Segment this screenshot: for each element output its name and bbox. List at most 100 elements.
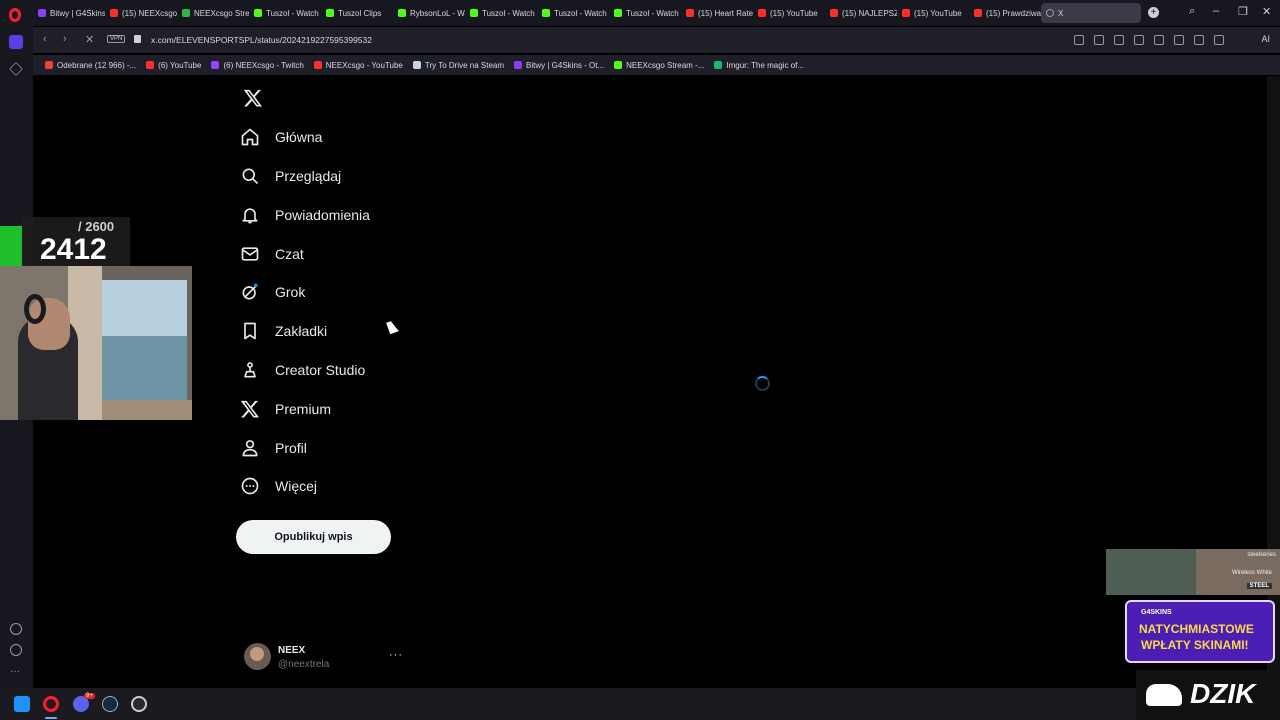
obs-icon[interactable]	[131, 696, 147, 712]
bookmark-item[interactable]: NEEXcsgo Stream -...	[614, 61, 704, 70]
shield-icon[interactable]	[1114, 35, 1124, 45]
download-icon[interactable]	[1174, 35, 1184, 45]
nav-item-person[interactable]: Profil	[240, 431, 307, 465]
vpn-badge[interactable]: VPN	[107, 35, 126, 43]
browser-tab[interactable]: (15) Prawdziwa	[969, 3, 1041, 23]
tab-label: (15) Prawdziwa	[986, 8, 1041, 18]
boar-logo-icon	[1146, 684, 1182, 706]
browser-tab[interactable]: (15) NAJLEPSZ	[825, 3, 897, 23]
bookmark-item[interactable]: (6) YouTube	[146, 61, 201, 70]
dzik-ad: DZIK	[1136, 670, 1280, 720]
windows-start-icon[interactable]	[14, 696, 30, 712]
browser-tab[interactable]: NEEXcsgo Stream	[177, 3, 249, 23]
post-button[interactable]: Opublikuj wpis	[236, 520, 391, 554]
ad-brand: steelseries	[1247, 552, 1276, 558]
scrollbar[interactable]	[1267, 76, 1280, 688]
tab-favicon-icon	[614, 9, 622, 17]
edit-icon[interactable]	[1074, 35, 1084, 45]
browser-tab[interactable]: Tuszol - Watch	[465, 3, 537, 23]
ad-product: Wireless White	[1231, 570, 1272, 576]
browser-tab-bar: Bitwy | G4Skins (15) NEEXcsgo NEEXcsgo Str…	[0, 0, 1280, 26]
bookmark-favicon-icon	[211, 61, 220, 69]
opera-icon[interactable]	[43, 696, 59, 712]
minimize-button[interactable]: –	[1213, 5, 1219, 17]
browser-tab[interactable]: (15) YouTube	[897, 3, 969, 23]
tab-favicon-icon	[326, 9, 334, 17]
browser-tab[interactable]: Bitwy | G4Skins	[33, 3, 105, 23]
maximize-button[interactable]: ❐	[1238, 5, 1248, 18]
person-icon	[240, 438, 260, 458]
bookmark-item[interactable]: Imgur: The magic of...	[714, 61, 804, 70]
nav-item-grok[interactable]: Grok	[240, 275, 305, 309]
tab-label: NEEXcsgo Stream	[194, 8, 249, 18]
avatar	[244, 643, 271, 670]
steam-icon[interactable]	[102, 696, 118, 712]
play-icon[interactable]	[1134, 35, 1144, 45]
nav-item-home[interactable]: Główna	[240, 120, 322, 154]
address-bar: ‹ › ✕ VPN x.com/ELEVENSPORTSPL/status/20…	[33, 27, 1280, 53]
more-icon[interactable]: ···	[389, 649, 403, 661]
bookmark-favicon-icon	[313, 61, 322, 69]
more-circle-icon	[240, 476, 260, 496]
tab-favicon-icon	[254, 9, 262, 17]
stop-loading-button[interactable]: ✕	[85, 33, 94, 46]
heart-icon[interactable]	[1154, 35, 1164, 45]
browser-tab[interactable]: (15) NEEXcsgo	[105, 3, 177, 23]
opera-logo-icon[interactable]	[9, 8, 21, 22]
tab-label: Tuszol - Watch	[554, 8, 607, 18]
close-window-button[interactable]: ✕	[1262, 5, 1271, 18]
lock-icon[interactable]	[134, 35, 141, 43]
browser-tab[interactable]: Tuszol Clips	[321, 3, 393, 23]
bookmark-label: (6) NEEXcsgo - Twitch	[223, 60, 304, 70]
search-icon	[240, 166, 260, 186]
browser-tab-active[interactable]: X	[1041, 3, 1141, 23]
webcam-overlay	[0, 266, 192, 420]
home-icon[interactable]	[9, 35, 23, 49]
counter-goal: / 2600	[78, 219, 115, 234]
back-button[interactable]: ‹	[43, 33, 47, 45]
browser-tab[interactable]: RybsonLoL - Watch	[393, 3, 465, 23]
nav-item-label: Główna	[275, 129, 323, 145]
more-icon[interactable]: ···	[10, 666, 22, 678]
search-tabs-icon[interactable]: ⌕	[1189, 5, 1195, 18]
account-switcher[interactable]: NEEX @neextrela ···	[244, 643, 404, 673]
tab-label: X	[1058, 8, 1064, 18]
nav-item-x-premium[interactable]: Premium	[240, 392, 331, 426]
tab-favicon-icon	[974, 9, 982, 17]
tab-favicon-icon	[470, 9, 478, 17]
browser-tab[interactable]: Tuszol - Watch	[249, 3, 321, 23]
url-field[interactable]: x.com/ELEVENSPORTSPL/status/202421922759…	[151, 35, 372, 45]
new-tab-button[interactable]: +	[1148, 7, 1159, 18]
tab-label: (15) NEEXcsgo	[122, 8, 177, 18]
history-icon[interactable]	[10, 644, 22, 656]
browser-tab[interactable]: (15) Heart Rate	[681, 3, 753, 23]
menu-icon[interactable]	[1194, 35, 1204, 45]
bookmark-item[interactable]: Bitwy | G4Skins - Ot...	[514, 61, 604, 70]
bookmark-item[interactable]: NEEXcsgo - YouTube	[313, 61, 403, 70]
tab-favicon-icon	[182, 9, 190, 17]
nav-item-label: Creator Studio	[275, 362, 366, 378]
tab-label: RybsonLoL - Watch	[410, 8, 465, 18]
bookmark-item[interactable]: (6) NEEXcsgo - Twitch	[211, 60, 304, 70]
nav-item-mail[interactable]: Czat	[240, 237, 304, 271]
nav-item-creator-studio[interactable]: Creator Studio	[240, 353, 365, 387]
tab-label: (15) YouTube	[914, 8, 962, 18]
x-logo-icon[interactable]	[243, 88, 265, 108]
bookmark-favicon-icon	[514, 61, 523, 69]
bookmark-item[interactable]: Odebrane (12 966) -...	[45, 61, 136, 70]
nav-item-more-circle[interactable]: Więcej	[240, 469, 317, 503]
nav-item-bookmark[interactable]: Zakładki	[240, 314, 327, 348]
browser-tab[interactable]: Tuszol - Watch	[537, 3, 609, 23]
nav-item-bell[interactable]: Powiadomienia	[240, 198, 370, 232]
camera-icon[interactable]	[1094, 35, 1104, 45]
browser-tab[interactable]: (15) YouTube	[753, 3, 825, 23]
bookmark-label: Try To Drive na Steam	[424, 60, 505, 70]
forward-button[interactable]: ›	[63, 33, 67, 45]
heart-icon[interactable]	[10, 623, 22, 635]
star-icon[interactable]	[9, 62, 23, 76]
bookmark-item[interactable]: Try To Drive na Steam	[412, 60, 505, 70]
nav-item-search[interactable]: Przeglądaj	[240, 159, 341, 193]
browser-tab[interactable]: Tuszol - Watch	[609, 3, 681, 23]
profile-icon[interactable]	[1214, 35, 1224, 45]
ai-button[interactable]: AI	[1261, 34, 1270, 44]
